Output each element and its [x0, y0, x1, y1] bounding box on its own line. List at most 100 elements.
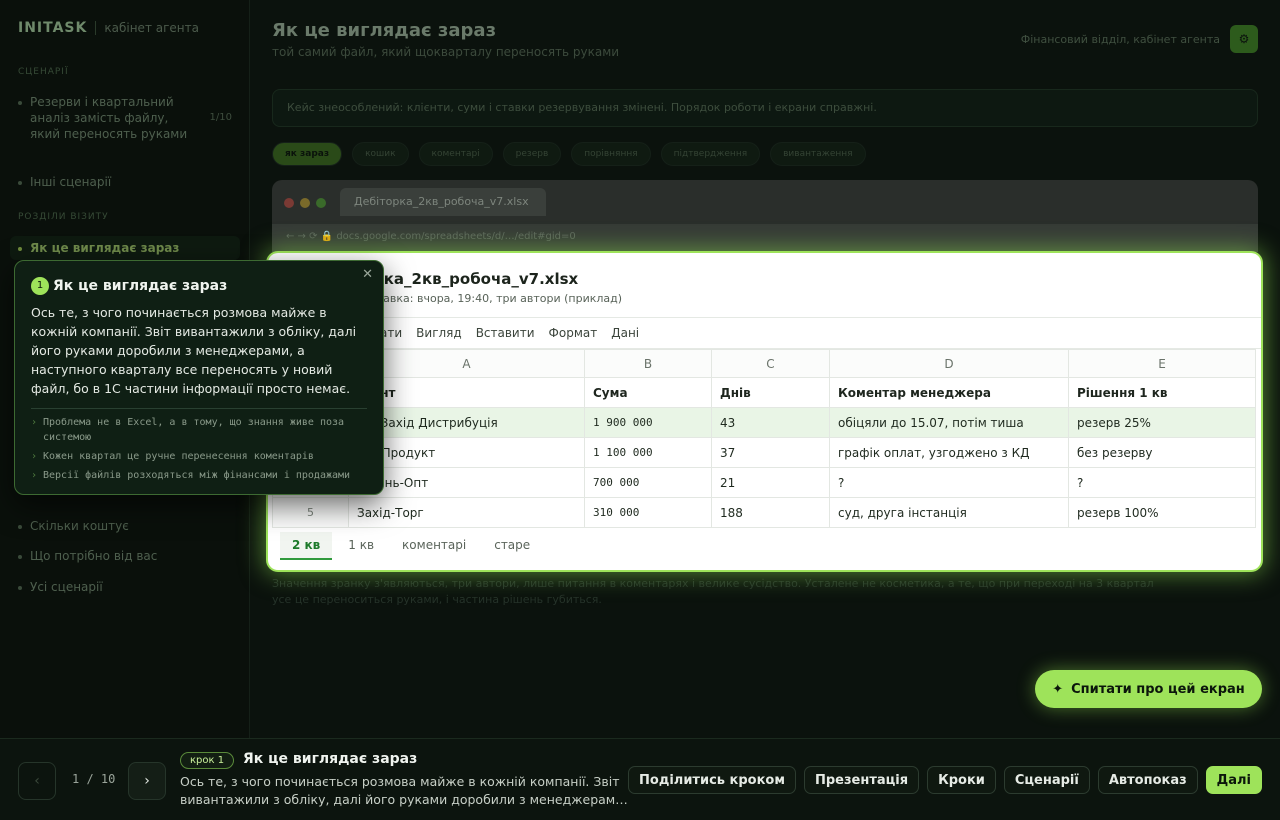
- sidebar-item-current[interactable]: Як це виглядає зараз: [10, 236, 240, 260]
- menu-item-view[interactable]: Вигляд: [416, 326, 462, 348]
- header-cell[interactable]: Сума: [584, 377, 712, 408]
- popover-point: Проблема не в Excel, а в тому, що знання…: [31, 415, 367, 445]
- close-icon[interactable]: ✕: [362, 267, 373, 282]
- ask-label: Спитати про цей екран: [1071, 681, 1245, 697]
- cell-comment[interactable]: обіцяли до 15.07, потім тиша: [829, 407, 1069, 438]
- share-step-button[interactable]: Поділитись кроком: [628, 766, 796, 794]
- cell-amount[interactable]: 1 100 000: [584, 437, 712, 468]
- cell-decision[interactable]: резерв 25%: [1068, 407, 1256, 438]
- presentation-button[interactable]: Презентація: [803, 766, 920, 794]
- sheet-tab-q1[interactable]: 1 кв: [336, 532, 386, 560]
- autoplay-button[interactable]: Автопоказ: [1097, 766, 1198, 794]
- address-bar[interactable]: ← → ⟳ 🔒 docs.google.com/spreadsheets/d/……: [272, 224, 1258, 252]
- column-letter[interactable]: E: [1068, 349, 1256, 378]
- step-text: Ось те, з чого починається розмова майже…: [180, 774, 628, 807]
- cell-comment[interactable]: графік оплат, узгоджено з КД: [829, 437, 1069, 468]
- scenarios-button[interactable]: Сценарії: [1003, 766, 1090, 794]
- page-counter: 1 / 10: [72, 772, 116, 786]
- prev-button[interactable]: ‹: [18, 762, 56, 800]
- cell-days[interactable]: 21: [711, 467, 830, 498]
- column-letter[interactable]: B: [584, 349, 712, 378]
- tab-confirm[interactable]: підтвердження: [660, 142, 761, 166]
- divider: [95, 21, 97, 35]
- bullet-icon: [18, 555, 22, 559]
- cell-decision[interactable]: без резерву: [1068, 437, 1256, 468]
- close-dot-icon[interactable]: [284, 198, 294, 208]
- sidebar-item-cost[interactable]: Скільки коштує: [18, 518, 232, 534]
- screen-caption: Значення зранку з'являються, три автори,…: [272, 577, 1154, 606]
- column-letter[interactable]: C: [711, 349, 830, 378]
- cell-comment[interactable]: ?: [829, 467, 1069, 498]
- divider: [31, 407, 367, 409]
- header-cell[interactable]: Рішення 1 кв: [1068, 377, 1256, 408]
- cell-days[interactable]: 188: [711, 497, 830, 528]
- sheet-menu: …ати Вигляд Вставити Формат Дані: [268, 317, 1261, 349]
- footer-bar: ‹ 1 / 10 › крок 1 Як це виглядає зараз О…: [0, 738, 1280, 820]
- header-cell[interactable]: Днів: [711, 377, 830, 408]
- step-number: 1: [31, 276, 49, 295]
- gear-icon[interactable]: ⚙: [1230, 25, 1258, 53]
- cell-decision[interactable]: резерв 100%: [1068, 497, 1256, 528]
- account-label: Фінансовий відділ, кабінет агента: [1020, 32, 1220, 46]
- cell-amount[interactable]: 1 900 000: [584, 407, 712, 438]
- table-row: …д-Продукт 1 100 000 37 графік оплат, уз…: [272, 437, 1256, 468]
- sidebar-item-label: Усі сценарії: [30, 580, 103, 594]
- next-arrow-button[interactable]: ›: [128, 762, 166, 800]
- tab-compare[interactable]: порівняння: [571, 142, 651, 166]
- cell-days[interactable]: 37: [711, 437, 830, 468]
- sidebar-item-all[interactable]: Усі сценарії: [18, 579, 232, 595]
- step-badge: крок 1: [180, 752, 235, 769]
- sidebar-item-label: Що потрібно від вас: [30, 549, 158, 563]
- browser-tab[interactable]: Дебіторка_2кв_робоча_v7.xlsx: [340, 188, 546, 216]
- cell-decision[interactable]: ?: [1068, 467, 1256, 498]
- sidebar-item-needs[interactable]: Що потрібно від вас: [18, 548, 232, 564]
- table-row: …о-Захід Дистрибуція 1 900 000 43 обіцял…: [272, 407, 1256, 438]
- header-cell[interactable]: Коментар менеджера: [829, 377, 1069, 408]
- popover-body: Ось те, з чого починається розмова майже…: [31, 304, 357, 396]
- browser-chrome: Дебіторка_2кв_робоча_v7.xlsx ← → ⟳ 🔒 doc…: [272, 180, 1258, 252]
- scenario-count: 1/10: [209, 112, 232, 123]
- maximize-dot-icon[interactable]: [316, 198, 326, 208]
- bullet-icon: [18, 247, 22, 251]
- file-meta: …правка: вчора, 19:40, три автори (прикл…: [358, 292, 623, 305]
- table-row: 5 Захід-Торг 310 000 188 суд, друга інст…: [272, 497, 1256, 528]
- sheet-tab-old[interactable]: старе: [482, 532, 542, 560]
- cell-days[interactable]: 43: [711, 407, 830, 438]
- menu-item-format[interactable]: Формат: [549, 326, 598, 348]
- popover-point: Кожен квартал це ручне перенесення комен…: [31, 449, 367, 464]
- next-button[interactable]: Далі: [1205, 766, 1262, 794]
- cell-client[interactable]: Захід-Торг: [348, 497, 585, 528]
- sheet-tab-comments[interactable]: коментарі: [390, 532, 478, 560]
- sidebar-item-other[interactable]: Інші сценарії: [18, 174, 232, 190]
- menu-item-insert[interactable]: Вставити: [476, 326, 535, 348]
- bullet-icon: [18, 525, 22, 529]
- tab-cart[interactable]: кошик: [352, 142, 409, 166]
- step-title: Як це виглядає зараз: [243, 751, 418, 767]
- spreadsheet-window: …рка_2кв_робоча_v7.xlsx …правка: вчора, …: [268, 253, 1261, 570]
- brand-name: INITASK: [18, 20, 88, 36]
- cell-comment[interactable]: суд, друга інстанція: [829, 497, 1069, 528]
- tab-current[interactable]: як зараз: [272, 142, 343, 166]
- tab-reserve[interactable]: резерв: [502, 142, 562, 166]
- sheet-tab-q2[interactable]: 2 кв: [280, 532, 333, 560]
- row-number: 5: [272, 497, 349, 528]
- sidebar-item-label: Інші сценарії: [30, 175, 112, 189]
- tab-comments[interactable]: коментарі: [418, 142, 493, 166]
- column-letter[interactable]: D: [829, 349, 1069, 378]
- tab-export[interactable]: вивантаження: [770, 142, 866, 166]
- sidebar-item-label: Резерви і квартальний аналіз замість фай…: [30, 95, 188, 141]
- bullet-icon: [18, 101, 22, 105]
- sparkle-icon: ✦: [1052, 681, 1064, 697]
- menu-item-data[interactable]: Дані: [611, 326, 639, 348]
- url-text: docs.google.com/spreadsheets/d/…/edit#gi…: [336, 231, 576, 242]
- sidebar-item-scenario[interactable]: Резерви і квартальний аналіз замість фай…: [18, 94, 232, 142]
- column-letters-row: A B C D E: [272, 349, 1256, 378]
- step-tabs: як зараз кошик коментарі резерв порівнян…: [272, 142, 866, 166]
- cell-amount[interactable]: 310 000: [584, 497, 712, 528]
- steps-button[interactable]: Кроки: [927, 766, 996, 794]
- page-subtitle: той самий файл, який щокварталу перенося…: [272, 45, 620, 59]
- ask-about-screen-button[interactable]: ✦ Спитати про цей екран: [1035, 670, 1262, 708]
- cell-amount[interactable]: 700 000: [584, 467, 712, 498]
- minimize-dot-icon[interactable]: [300, 198, 310, 208]
- sheet-tabs: 2 кв 1 кв коментарі старе: [280, 532, 542, 560]
